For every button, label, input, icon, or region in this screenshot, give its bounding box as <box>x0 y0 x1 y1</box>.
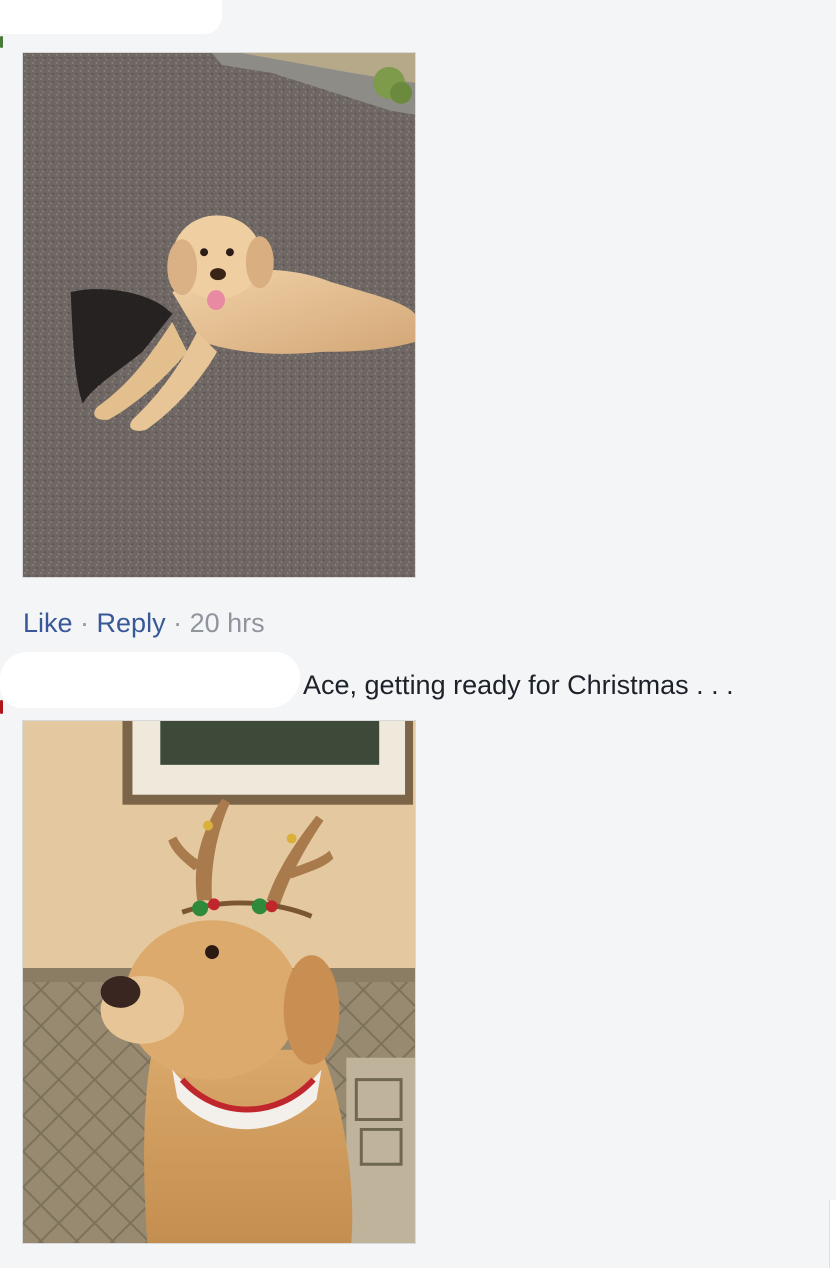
comment-thread: Like · Reply · 20 hrs Ace, getting ready… <box>0 0 836 1268</box>
comment-timestamp[interactable]: 20 hrs <box>190 608 265 638</box>
avatar-edge-red <box>0 700 3 714</box>
redacted-commenter-name <box>0 652 300 708</box>
redacted-name-top <box>0 0 222 34</box>
like-link[interactable]: Like <box>23 608 73 638</box>
separator-dot: · <box>80 608 97 638</box>
avatar-edge-green <box>0 36 3 48</box>
scrollbar-stub[interactable] <box>829 1200 836 1268</box>
comment-actions: Like · Reply · 20 hrs <box>23 606 265 640</box>
dog-antlers-image <box>23 721 415 1243</box>
dog-pavement-image <box>23 53 415 577</box>
reply-link[interactable]: Reply <box>97 608 166 638</box>
comment-photo-dog-pavement[interactable] <box>22 52 416 578</box>
separator-dot: · <box>173 608 190 638</box>
comment-body-text: Ace, getting ready for Christmas . . . <box>303 670 734 700</box>
comment-photo-dog-antlers[interactable] <box>22 720 416 1244</box>
